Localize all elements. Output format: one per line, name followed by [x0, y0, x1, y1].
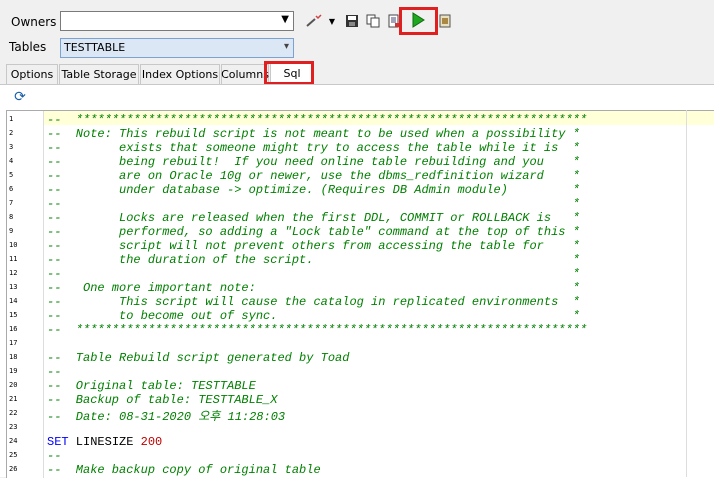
code-line: -- *************************************…	[47, 323, 587, 337]
code-line: -- Original table: TESTTABLE	[47, 379, 256, 393]
line-number: 14	[9, 297, 18, 305]
owners-combobox[interactable]: ▼	[60, 11, 294, 31]
code-token: --	[47, 449, 62, 463]
tables-combobox[interactable]: TESTTABLE ▾	[60, 38, 294, 58]
code-token: -- Table Rebuild script generated by Toa…	[47, 351, 350, 365]
line-number: 15	[9, 311, 18, 319]
tab-options[interactable]: Options	[6, 64, 58, 84]
code-token: LINESIZE	[68, 435, 141, 449]
code-token: -- Locks are released when the first DDL…	[47, 211, 580, 225]
line-number-gutter: 1 2 3 4 5 6 7 8 9 10 11 12 13 14 15 16 17 18 19 20 21 22 23 24 2…	[7, 111, 44, 478]
code-token: -- *************************************…	[47, 323, 588, 337]
code-token: -- are on Oracle 10g or newer, use the d…	[47, 169, 580, 183]
code-line: -- are on Oracle 10g or newer, use the d…	[47, 169, 580, 183]
tab-table-storage[interactable]: Table Storage	[59, 64, 139, 84]
code-line: -- to become out of sync. *	[47, 309, 580, 323]
code-line: -- Note: This rebuild script is not mean…	[47, 127, 580, 141]
code-line: -- Backup of table: TESTTABLE_X	[47, 393, 277, 407]
line-number: 7	[9, 199, 14, 207]
code-line: -- performed, so adding a "Lock table" c…	[47, 225, 580, 239]
line-number: 20	[9, 381, 18, 389]
line-number: 16	[9, 325, 18, 333]
code-line: -- *	[47, 197, 580, 211]
sql-editor[interactable]: 1 2 3 4 5 6 7 8 9 10 11 12 13 14 15 16 17 18 19 20 21 22 23 24 2…	[6, 110, 714, 478]
code-token: -- Note: This rebuild script is not mean…	[47, 127, 580, 141]
code-line: -- Locks are released when the first DDL…	[47, 211, 580, 225]
line-number: 12	[9, 269, 18, 277]
line-number: 4	[9, 157, 14, 165]
line-number: 9	[9, 227, 14, 235]
dropdown-arrow-icon[interactable]: ▼	[324, 13, 340, 29]
code-token: -- the duration of the script. *	[47, 253, 580, 267]
code-token: SET	[47, 435, 69, 449]
line-number: 6	[9, 185, 14, 193]
code-line: --	[47, 365, 61, 379]
line-number: 1	[9, 115, 14, 123]
code-token: -- script will not prevent others from a…	[47, 239, 580, 253]
code-token: -- *	[47, 197, 580, 211]
line-number: 21	[9, 395, 18, 403]
code-line: SET LINESIZE 200	[47, 435, 162, 449]
code-line: -- One more important note: *	[47, 281, 580, 295]
code-line: -- the duration of the script. *	[47, 253, 580, 267]
owners-label: Owners	[11, 15, 57, 29]
code-token: -- being rebuilt! If you need online tab…	[47, 155, 580, 169]
code-token: -- One more important note: *	[47, 281, 580, 295]
line-number: 5	[9, 171, 14, 179]
code-token: -- *	[47, 267, 580, 281]
code-line: -- script will not prevent others from a…	[47, 239, 580, 253]
code-token: -- exists that someone might try to acce…	[47, 141, 580, 155]
code-token: --	[47, 365, 62, 379]
line-number: 17	[9, 339, 18, 347]
line-number: 13	[9, 283, 18, 291]
right-margin-line	[686, 110, 687, 477]
code-line: -- exists that someone might try to acce…	[47, 141, 580, 155]
code-token: -- Original table: TESTTABLE	[47, 379, 256, 393]
code-token: -- performed, so adding a "Lock table" c…	[47, 225, 580, 239]
code-line: -- This script will cause the catalog in…	[47, 295, 580, 309]
code-token: -- to become out of sync. *	[47, 309, 580, 323]
line-number: 2	[9, 129, 14, 137]
line-number: 11	[9, 255, 18, 263]
chevron-down-icon[interactable]: ▾	[284, 41, 289, 52]
copy-icon[interactable]	[365, 13, 381, 29]
line-number: 26	[9, 465, 18, 473]
wand-icon[interactable]	[306, 13, 322, 29]
close-icon[interactable]	[437, 13, 453, 29]
code-line: -- under database -> optimize. (Requires…	[47, 183, 580, 197]
code-line: -- *************************************…	[47, 113, 587, 127]
line-number: 18	[9, 353, 18, 361]
line-number: 24	[9, 437, 18, 445]
code-line: -- Date: 08-31-2020 오후 11:28:03	[47, 407, 285, 424]
line-number: 10	[9, 241, 18, 249]
tab-index-options[interactable]: Index Options	[140, 64, 220, 84]
code-token: -- This script will cause the catalog in…	[47, 295, 580, 309]
line-number: 25	[9, 451, 18, 459]
code-token: -- Make backup copy of original table	[47, 463, 321, 477]
tables-value: TESTTABLE	[64, 41, 126, 54]
code-token: -- Date: 08-31-2020 오후 11:28:03	[47, 410, 286, 424]
code-line: -- Table Rebuild script generated by Toa…	[47, 351, 349, 365]
code-token: -- *************************************…	[47, 113, 588, 127]
save-icon[interactable]	[344, 13, 360, 29]
run-highlight-box	[399, 7, 438, 35]
tab-columns[interactable]: Columns	[221, 64, 269, 84]
code-line: -- Make backup copy of original table	[47, 463, 321, 477]
line-number: 3	[9, 143, 14, 151]
code-token: -- Backup of table: TESTTABLE_X	[47, 393, 278, 407]
tables-label: Tables	[9, 40, 47, 54]
code-token: 200	[140, 435, 163, 449]
refresh-icon[interactable]: ⟳	[12, 89, 28, 105]
line-number: 23	[9, 423, 18, 431]
code-line: -- being rebuilt! If you need online tab…	[47, 155, 580, 169]
code-token: -- under database -> optimize. (Requires…	[47, 183, 580, 197]
chevron-down-icon[interactable]: ▼	[281, 14, 289, 25]
line-number: 19	[9, 367, 18, 375]
line-number: 22	[9, 409, 18, 417]
code-line: --	[47, 449, 61, 463]
sql-tab-highlight-box	[264, 61, 314, 85]
code-line: -- *	[47, 267, 580, 281]
line-number: 8	[9, 213, 14, 221]
